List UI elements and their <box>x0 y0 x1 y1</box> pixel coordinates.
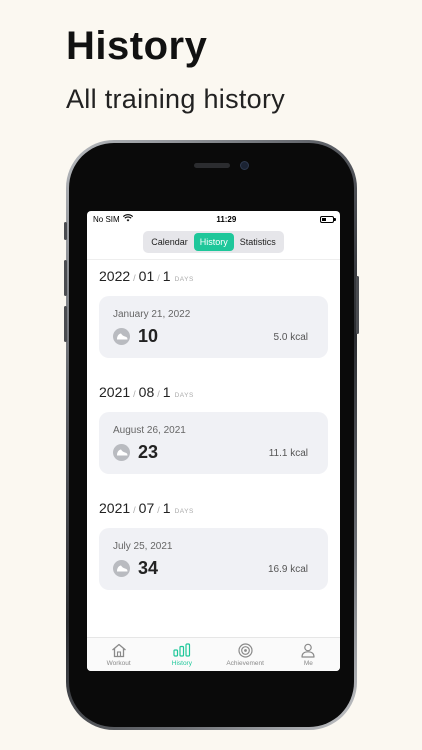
tab-history[interactable]: History <box>150 638 213 671</box>
volume-down-button <box>64 306 67 342</box>
phone-bezel: No SIM 11:29 Calendar History Statistics <box>69 143 354 727</box>
status-bar: No SIM 11:29 <box>87 211 340 227</box>
workout-kcal: 5.0 kcal <box>273 332 308 343</box>
workout-count: 34 <box>138 558 159 578</box>
workout-card[interactable]: July 25, 2021 34 16.9 kcal <box>99 528 328 590</box>
month-year: 2022 <box>99 268 131 284</box>
separator: / <box>157 273 160 283</box>
month-year: 2021 <box>99 500 131 516</box>
tab-bar: Workout History Achievement Me <box>87 637 340 671</box>
workout-date: August 26, 2021 <box>113 425 186 436</box>
days-unit: DAYS <box>174 276 194 283</box>
tab-label: Workout <box>106 659 131 667</box>
promo-subtitle: All training history <box>66 84 286 114</box>
workout-card[interactable]: January 21, 2022 10 5.0 kcal <box>99 296 328 358</box>
segmented-control: Calendar History Statistics <box>143 231 284 253</box>
month-number: 07 <box>138 500 155 516</box>
status-time: 11:29 <box>216 214 237 224</box>
battery-icon <box>319 215 336 223</box>
workout-kcal: 11.1 kcal <box>268 448 308 459</box>
workout-count: 10 <box>138 326 159 346</box>
bar-chart-icon <box>173 643 191 658</box>
month-header: 2022 / 01 / 1 DAYS <box>87 268 340 284</box>
promo-title: History <box>66 24 208 68</box>
tab-label: Achievement <box>226 659 264 667</box>
month-number: 01 <box>138 268 155 284</box>
month-number: 08 <box>138 384 155 400</box>
phone-frame: No SIM 11:29 Calendar History Statistics <box>64 140 359 730</box>
month-year: 2021 <box>99 384 131 400</box>
segment-statistics[interactable]: Statistics <box>234 233 282 251</box>
status-left: No SIM <box>93 214 133 224</box>
month-days: 1 <box>162 500 171 516</box>
month-header: 2021 / 07 / 1 DAYS <box>87 500 340 516</box>
separator: / <box>157 505 160 515</box>
segment-calendar[interactable]: Calendar <box>145 233 194 251</box>
workout-card[interactable]: August 26, 2021 23 11.1 kcal <box>99 412 328 474</box>
house-icon <box>111 643 127 658</box>
tab-label: History <box>171 659 192 667</box>
target-icon <box>238 642 253 658</box>
shoe-icon <box>113 560 130 577</box>
tab-achievement[interactable]: Achievement <box>214 638 277 671</box>
front-camera <box>240 161 249 170</box>
separator: / <box>133 505 136 515</box>
carrier-label: No SIM <box>93 214 120 224</box>
volume-up-button <box>64 260 67 296</box>
speaker-grille <box>194 163 230 168</box>
power-button <box>356 276 359 334</box>
workout-date: January 21, 2022 <box>113 309 191 320</box>
person-icon <box>301 643 315 658</box>
tab-me[interactable]: Me <box>277 638 340 671</box>
tab-label: Me <box>303 659 313 667</box>
separator: / <box>133 389 136 399</box>
month-days: 1 <box>162 268 171 284</box>
workout-date: July 25, 2021 <box>113 541 173 552</box>
workout-count: 23 <box>138 442 159 462</box>
days-unit: DAYS <box>174 392 194 399</box>
segment-history[interactable]: History <box>193 233 234 251</box>
app-screen: No SIM 11:29 Calendar History Statistics <box>87 211 340 671</box>
month-header: 2021 / 08 / 1 DAYS <box>87 384 340 400</box>
month-days: 1 <box>162 384 171 400</box>
wifi-icon <box>122 214 133 224</box>
tab-workout[interactable]: Workout <box>87 638 150 671</box>
workout-kcal: 16.9 kcal <box>267 564 308 575</box>
separator: / <box>133 273 136 283</box>
separator: / <box>157 389 160 399</box>
mute-switch <box>64 222 67 240</box>
shoe-icon <box>113 444 130 461</box>
shoe-icon <box>113 328 130 345</box>
days-unit: DAYS <box>174 508 194 515</box>
segmented-control-container: Calendar History Statistics <box>87 227 340 260</box>
